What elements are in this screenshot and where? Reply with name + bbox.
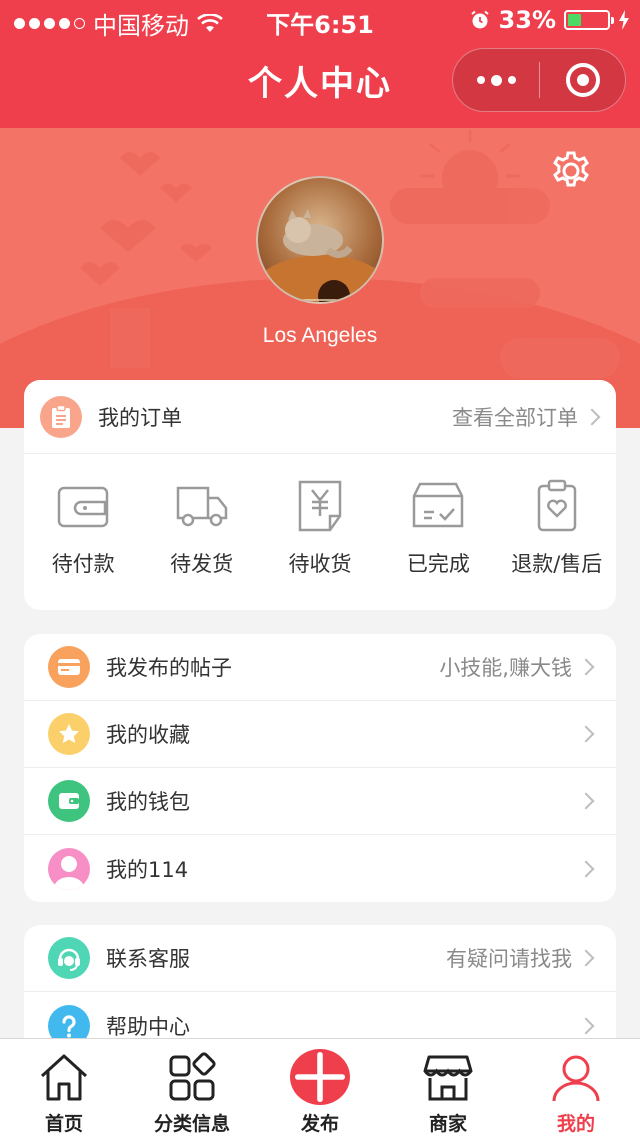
chevron-right-icon (577, 860, 595, 877)
chevron-right-icon (577, 725, 595, 743)
target-close-icon (565, 63, 600, 97)
tab-me[interactable]: 我的 (512, 1039, 640, 1136)
gear-icon[interactable] (550, 150, 592, 192)
avatar[interactable] (256, 176, 384, 304)
order-status-grid: 待付款 待发货 待收货 已完成 退款/售后 (24, 454, 616, 578)
tab-label: 分类信息 (153, 1113, 230, 1135)
tab-home[interactable]: 首页 (0, 1039, 128, 1136)
home-icon (40, 1054, 88, 1101)
tab-label: 我的 (556, 1113, 595, 1135)
order-completed[interactable]: 已完成 (379, 478, 497, 578)
chevron-right-icon (583, 408, 601, 425)
charging-icon (619, 10, 629, 30)
order-pending-shipment[interactable]: 待发货 (143, 478, 261, 578)
store-icon (423, 1055, 473, 1101)
truck-icon (176, 486, 227, 527)
chevron-right-icon (577, 949, 595, 967)
wallet-icon (57, 486, 109, 528)
plus-icon (290, 1049, 350, 1105)
user-icon (48, 847, 90, 890)
menu-card-primary: 我发布的帖子 小技能,赚大钱 我的收藏 我的钱包 我的114 (24, 634, 616, 902)
menu-item-label: 我的114 (106, 857, 189, 882)
menu-item-customer-service[interactable]: 联系客服 有疑问请找我 (24, 925, 616, 992)
menu-item-hint: 小技能,赚大钱 (439, 656, 572, 680)
tab-label: 商家 (428, 1113, 467, 1135)
orders-title: 我的订单 (98, 405, 182, 430)
order-item-label: 已完成 (406, 552, 470, 576)
avatar-image (258, 209, 382, 302)
tab-publish[interactable]: 发布 (256, 1039, 384, 1136)
star-icon (48, 713, 90, 755)
close-button[interactable] (540, 63, 625, 97)
chevron-right-icon (577, 1017, 595, 1034)
battery-icon (564, 10, 614, 30)
order-refund[interactable]: 退款/售后 (498, 478, 616, 578)
order-item-label: 待付款 (51, 552, 115, 576)
status-bar: 中国移动 下午6:51 33% (0, 0, 640, 40)
battery-percent: 33% (498, 6, 556, 34)
view-all-orders-link[interactable]: 查看全部订单 (452, 402, 601, 432)
tab-label: 首页 (44, 1113, 83, 1135)
menu-item-label: 我的收藏 (106, 723, 190, 747)
menu-item-label: 联系客服 (106, 947, 190, 971)
menu-item-my-114[interactable]: 我的114 (24, 835, 616, 902)
wallet-icon (48, 780, 90, 822)
clipboard-icon (40, 395, 82, 438)
alarm-icon (470, 10, 489, 29)
mini-program-capsule (452, 48, 626, 112)
chevron-right-icon (577, 658, 595, 676)
menu-item-my-posts[interactable]: 我发布的帖子 小技能,赚大钱 (24, 634, 616, 701)
tab-merchants[interactable]: 商家 (384, 1039, 512, 1136)
more-dots-icon[interactable] (453, 49, 539, 111)
status-right: 33% (469, 6, 630, 34)
clipboard-heart-icon (537, 479, 576, 532)
profile-city: Los Angeles (262, 324, 378, 347)
card-icon (48, 646, 90, 688)
battery-fill (568, 14, 581, 26)
receipt-yuan-icon (298, 480, 342, 532)
menu-item-label: 我的钱包 (106, 790, 190, 814)
tab-categories[interactable]: 分类信息 (128, 1039, 256, 1136)
order-pending-payment[interactable]: 待付款 (24, 478, 142, 578)
user-icon (552, 1055, 600, 1102)
headset-icon (48, 937, 90, 979)
order-item-label: 退款/售后 (511, 552, 603, 576)
top-bar: 中国移动 下午6:51 33% 个人中心 (0, 0, 640, 128)
chevron-right-icon (577, 792, 595, 810)
view-all-orders-label: 查看全部订单 (452, 405, 578, 430)
menu-item-label: 帮助中心 (106, 1014, 190, 1039)
tab-bar: 首页 分类信息 发布 商家 我的 (0, 1038, 640, 1136)
orders-card: 我的订单 查看全部订单 待付款 待发货 待收货 已完成 退款/售后 (24, 380, 616, 610)
category-icon (169, 1052, 216, 1101)
menu-item-label: 我发布的帖子 (106, 656, 232, 680)
menu-item-hint: 有疑问请找我 (446, 947, 572, 971)
box-check-icon (413, 482, 464, 528)
order-pending-receipt[interactable]: 待收货 (261, 478, 379, 578)
order-item-label: 待收货 (288, 552, 352, 576)
order-item-label: 待发货 (170, 552, 234, 576)
tab-label: 发布 (300, 1113, 339, 1135)
menu-item-wallet[interactable]: 我的钱包 (24, 768, 616, 835)
orders-header[interactable]: 我的订单 查看全部订单 (24, 380, 616, 454)
menu-item-favorites[interactable]: 我的收藏 (24, 701, 616, 768)
